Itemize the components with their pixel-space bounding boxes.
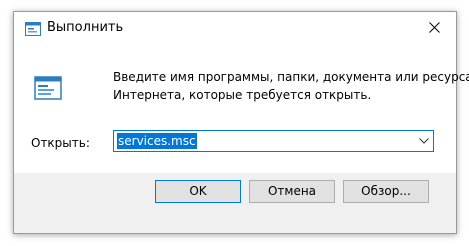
open-input[interactable]: services.msc bbox=[117, 133, 197, 149]
window-title: Выполнить bbox=[47, 20, 124, 35]
browse-button[interactable]: Обзор... bbox=[343, 180, 429, 203]
instructions-line-1: Введите имя программы, папки, документа … bbox=[113, 70, 469, 84]
instructions-line-2: Интернета, которые требуется открыть. bbox=[113, 88, 372, 102]
cancel-button[interactable]: Отмена bbox=[249, 180, 335, 203]
instructions-text: Введите имя программы, папки, документа … bbox=[113, 68, 469, 104]
run-icon bbox=[25, 21, 41, 36]
dropdown-button[interactable] bbox=[415, 131, 433, 151]
close-icon bbox=[429, 22, 440, 33]
run-dialog: Выполнить Введите имя программы, папки, … bbox=[13, 11, 469, 234]
open-label: Открыть: bbox=[31, 136, 90, 150]
ok-button[interactable]: OK bbox=[155, 180, 241, 203]
run-program-icon bbox=[34, 76, 62, 100]
title-bar[interactable]: Выполнить bbox=[14, 12, 456, 43]
open-combobox[interactable]: services.msc bbox=[113, 130, 434, 152]
chevron-down-icon bbox=[419, 138, 429, 144]
screen: Выполнить Введите имя программы, папки, … bbox=[0, 0, 469, 246]
close-button[interactable] bbox=[412, 12, 456, 43]
dialog-body: Введите имя программы, папки, документа … bbox=[14, 43, 469, 173]
